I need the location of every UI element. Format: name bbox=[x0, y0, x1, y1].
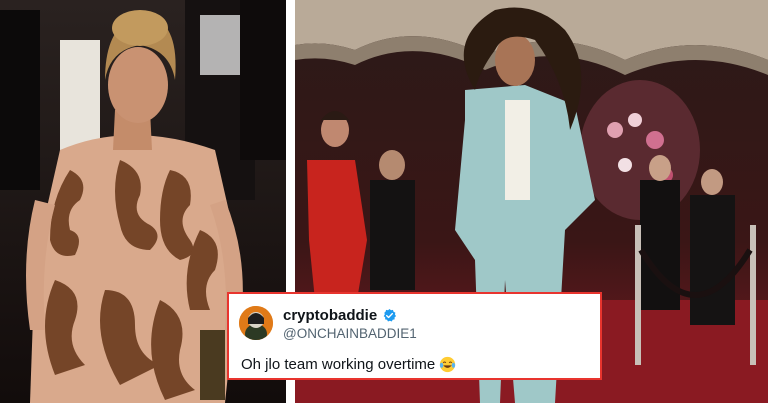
tweet-card: cryptobaddie @ONCHAINBADDIE1 Oh jlo team… bbox=[227, 292, 602, 380]
tweet-text: Oh jlo team working overtime bbox=[241, 356, 456, 373]
laughing-tears-emoji-icon bbox=[439, 356, 456, 373]
verified-badge-icon bbox=[382, 308, 397, 323]
user-handle[interactable]: @ONCHAINBADDIE1 bbox=[283, 326, 417, 341]
tweet-body: Oh jlo team working overtime bbox=[241, 356, 436, 373]
avatar[interactable] bbox=[239, 306, 273, 340]
display-name[interactable]: cryptobaddie bbox=[283, 307, 377, 324]
